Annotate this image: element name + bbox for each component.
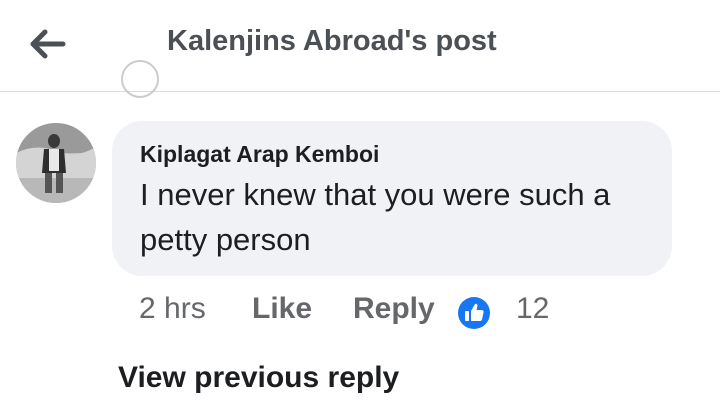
like-button[interactable]: Like [252,292,312,326]
comment-actions: 2 hrs Like Reply 12 [139,292,699,334]
back-button[interactable] [26,24,70,64]
profile-photo [16,123,96,203]
comment-timestamp[interactable]: 2 hrs [139,292,206,326]
thumbs-up-icon[interactable] [457,296,491,330]
view-previous-reply-link[interactable]: View previous reply [118,361,399,395]
comment-author[interactable]: Kiplagat Arap Kemboi [140,141,379,168]
previous-comment-avatar-edge [121,60,159,98]
comment-text: I never knew that you were such a petty … [140,177,611,257]
arrow-left-icon [30,29,66,59]
top-bar: Kalenjins Abroad's post [0,0,720,92]
avatar[interactable] [16,123,96,203]
reaction-count[interactable]: 12 [516,292,549,326]
reply-button[interactable]: Reply [353,292,435,326]
page-title: Kalenjins Abroad's post [167,25,497,57]
